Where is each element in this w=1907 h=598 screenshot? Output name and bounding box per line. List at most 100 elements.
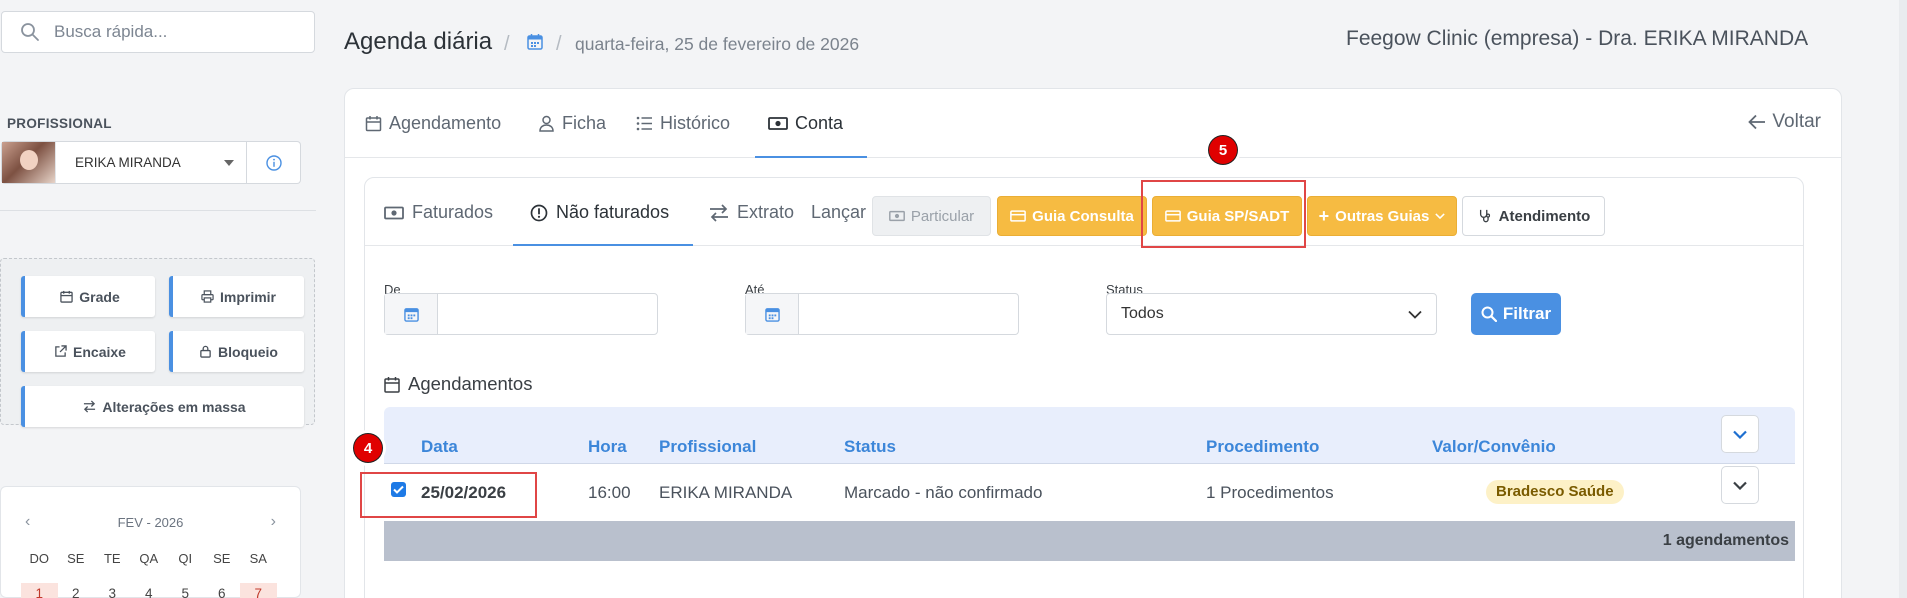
weekday: QI (178, 551, 193, 566)
encaixe-label: Encaixe (73, 343, 126, 360)
tab-conta[interactable]: Conta (768, 113, 843, 134)
cell-procedimento: 1 Procedimentos (1206, 483, 1334, 502)
grade-button[interactable]: Grade (21, 276, 155, 317)
guia-consulta-label: Guia Consulta (1032, 207, 1134, 225)
calendar-day[interactable]: 3 (94, 583, 131, 598)
tab-label: Extrato (737, 202, 795, 222)
filter-ate-field[interactable] (745, 293, 1019, 335)
tab-ficha[interactable]: Ficha (538, 113, 606, 134)
calendar-weekdays: DO SE TE QA QI SE SA (21, 551, 277, 566)
calendar-icon[interactable] (746, 294, 799, 334)
column-header[interactable]: Valor/Convênio (1432, 437, 1556, 457)
agenda-actions: Grade Imprimir Encaixe Bloqueio Alteraçõ… (0, 258, 315, 427)
weekday: SE (213, 551, 231, 566)
user-icon (539, 115, 554, 132)
chevron-right-icon[interactable]: › (271, 513, 276, 531)
money-icon (384, 206, 404, 219)
breadcrumb-date: quarta-feira, 25 de fevereiro de 2026 (575, 34, 860, 54)
column-header[interactable]: Profissional (659, 437, 756, 457)
annotation-marker-5: 5 (1205, 132, 1241, 168)
chevron-down-icon (1733, 481, 1747, 490)
section-label-profissional: PROFISSIONAL (7, 116, 112, 131)
atendimento-button[interactable]: Atendimento (1462, 196, 1605, 236)
calendar-day[interactable]: 6 (204, 583, 241, 598)
calendar-day[interactable]: 7 (240, 583, 277, 598)
table-header: Data Hora Profissional Status Procedimen… (384, 407, 1795, 464)
table-footer: 1 agendamentos (384, 521, 1795, 561)
calendar-day[interactable]: 1 (21, 583, 58, 598)
status-select[interactable]: Todos (1106, 293, 1437, 335)
calendar-day[interactable]: 2 (58, 583, 95, 598)
money-icon (768, 117, 788, 130)
calendar-icon[interactable] (385, 294, 438, 334)
money-icon (888, 210, 905, 222)
voltar-label: Voltar (1772, 111, 1821, 132)
convenio-badge: Bradesco Saúde (1486, 480, 1624, 504)
imprimir-button[interactable]: Imprimir (169, 276, 304, 317)
tab-nao-faturados[interactable]: Não faturados (530, 202, 669, 223)
page-title: Agenda diária (344, 28, 493, 55)
tab-historico[interactable]: Histórico (636, 113, 730, 134)
filtrar-button[interactable]: Filtrar (1471, 293, 1561, 335)
tab-label: Histórico (660, 113, 731, 133)
encaixe-button[interactable]: Encaixe (21, 331, 155, 372)
bloqueio-label: Bloqueio (218, 343, 278, 360)
exchange-icon (84, 400, 96, 413)
info-button[interactable] (247, 141, 301, 184)
chevron-left-icon[interactable]: ‹ (25, 513, 30, 531)
calendar-day[interactable]: 5 (167, 583, 204, 598)
calendar-icon (60, 290, 73, 303)
breadcrumb-separator: / (504, 33, 510, 55)
calendar-day[interactable]: 4 (131, 583, 168, 598)
search-icon (1481, 306, 1497, 322)
calendar-header: ‹ FEV - 2026 › (1, 513, 300, 531)
calendar-icon[interactable] (527, 33, 543, 55)
mini-calendar: ‹ FEV - 2026 › DO SE TE QA QI SE SA 1 2 … (0, 486, 301, 598)
expand-row-button[interactable] (1721, 466, 1759, 504)
weekday: DO (29, 551, 50, 566)
weekday: TE (103, 551, 121, 566)
exchange-icon (710, 203, 728, 222)
quick-search[interactable] (1, 11, 315, 53)
de-input[interactable] (438, 294, 657, 334)
search-input[interactable] (54, 22, 294, 42)
active-subtab-indicator (513, 244, 693, 246)
column-header[interactable]: Hora (588, 437, 627, 457)
voltar-button[interactable]: Voltar (1748, 111, 1821, 133)
particular-button[interactable]: Particular (872, 196, 991, 236)
calendar-days: 1 2 3 4 5 6 7 (21, 583, 277, 598)
expand-all-button[interactable] (1721, 415, 1759, 453)
imprimir-label: Imprimir (219, 288, 276, 305)
atendimento-label: Atendimento (1498, 207, 1591, 225)
page-scrollbar[interactable] (1899, 0, 1907, 598)
cell-status: Marcado - não confirmado (844, 483, 1043, 502)
tab-faturados[interactable]: Faturados (384, 202, 493, 223)
tab-extrato[interactable]: Extrato (709, 202, 794, 223)
alteracoes-em-massa-button[interactable]: Alterações em massa (21, 386, 304, 427)
annotation-highlight-sadt (1141, 180, 1306, 248)
weekday: QA (139, 551, 159, 566)
bloqueio-button[interactable]: Bloqueio (169, 331, 304, 372)
particular-label: Particular (910, 207, 975, 225)
guia-consulta-button[interactable]: Guia Consulta (997, 196, 1147, 236)
weekday: SA (249, 551, 267, 566)
filter-de-field[interactable] (384, 293, 658, 335)
tab-label: Ficha (562, 113, 607, 133)
tab-agendamento[interactable]: Agendamento (365, 113, 501, 134)
lancar-label: Lançar (811, 202, 867, 222)
table-row[interactable]: 25/02/2026 16:00 ERIKA MIRANDA Marcado -… (384, 464, 1795, 521)
column-header[interactable]: Status (844, 437, 896, 457)
column-header[interactable]: Procedimento (1206, 437, 1319, 457)
annotation-highlight-row (360, 472, 537, 518)
appointments-count: 1 agendamentos (1662, 532, 1789, 549)
active-tab-indicator (755, 156, 867, 158)
outras-guias-dropdown[interactable]: + Outras Guias (1307, 196, 1457, 236)
plus-icon: + (1318, 205, 1330, 226)
status-value: Todos (1121, 305, 1164, 322)
outras-guias-label: Outras Guias (1335, 207, 1430, 225)
ate-input[interactable] (799, 294, 1018, 334)
professional-select[interactable]: ERIKA MIRANDA (1, 141, 247, 184)
column-header[interactable]: Data (421, 437, 458, 457)
professional-name: ERIKA MIRANDA (75, 155, 181, 170)
billing-tabs: Faturados Não faturados Extrato Lançar P… (365, 178, 1803, 246)
